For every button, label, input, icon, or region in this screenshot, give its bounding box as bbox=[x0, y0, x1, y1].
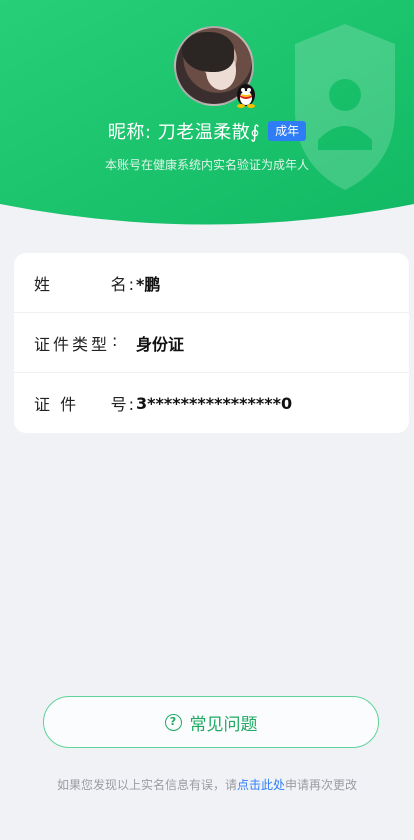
verification-subtitle: 本账号在健康系统内实名验证为成年人 bbox=[104, 158, 309, 172]
nickname: 昵称: 刀老温柔散∮ bbox=[107, 122, 261, 143]
question-circle-icon: ? bbox=[164, 713, 182, 731]
click-here-link[interactable]: 点击此处 bbox=[237, 778, 285, 792]
name-label: 姓 名: bbox=[34, 274, 134, 294]
header-banner: 昵称: 刀老温柔散∮ 成年 本账号在健康系统内实名验证为成年人 bbox=[0, 0, 414, 232]
id-number-label: 证 件 号: bbox=[34, 395, 134, 414]
faq-button[interactable]: ? 常见问题 bbox=[43, 696, 379, 748]
id-number-value: 3****************0 bbox=[136, 393, 293, 413]
correction-notice: 如果您发现以上实名信息有误，请点击此处申请再次更改 bbox=[56, 778, 358, 792]
identity-info-card: 姓 名: *鹏 证件类型: 身份证 证 件 号: 3**************… bbox=[14, 253, 409, 433]
nickname-row: 昵称: 刀老温柔散∮ 成年 bbox=[0, 117, 414, 145]
info-row-name: 姓 名: *鹏 bbox=[14, 253, 409, 313]
name-value: *鹏 bbox=[136, 274, 161, 294]
id-type-value: 身份证 bbox=[136, 334, 185, 354]
id-type-label: 证件类型: bbox=[34, 330, 121, 354]
info-row-id-type: 证件类型: 身份证 bbox=[14, 313, 409, 373]
info-row-id-number: 证 件 号: 3****************0 bbox=[14, 373, 409, 433]
qq-penguin-icon bbox=[237, 84, 255, 108]
age-status-badge: 成年 bbox=[268, 121, 307, 141]
faq-button-label: 常见问题 bbox=[189, 714, 258, 735]
